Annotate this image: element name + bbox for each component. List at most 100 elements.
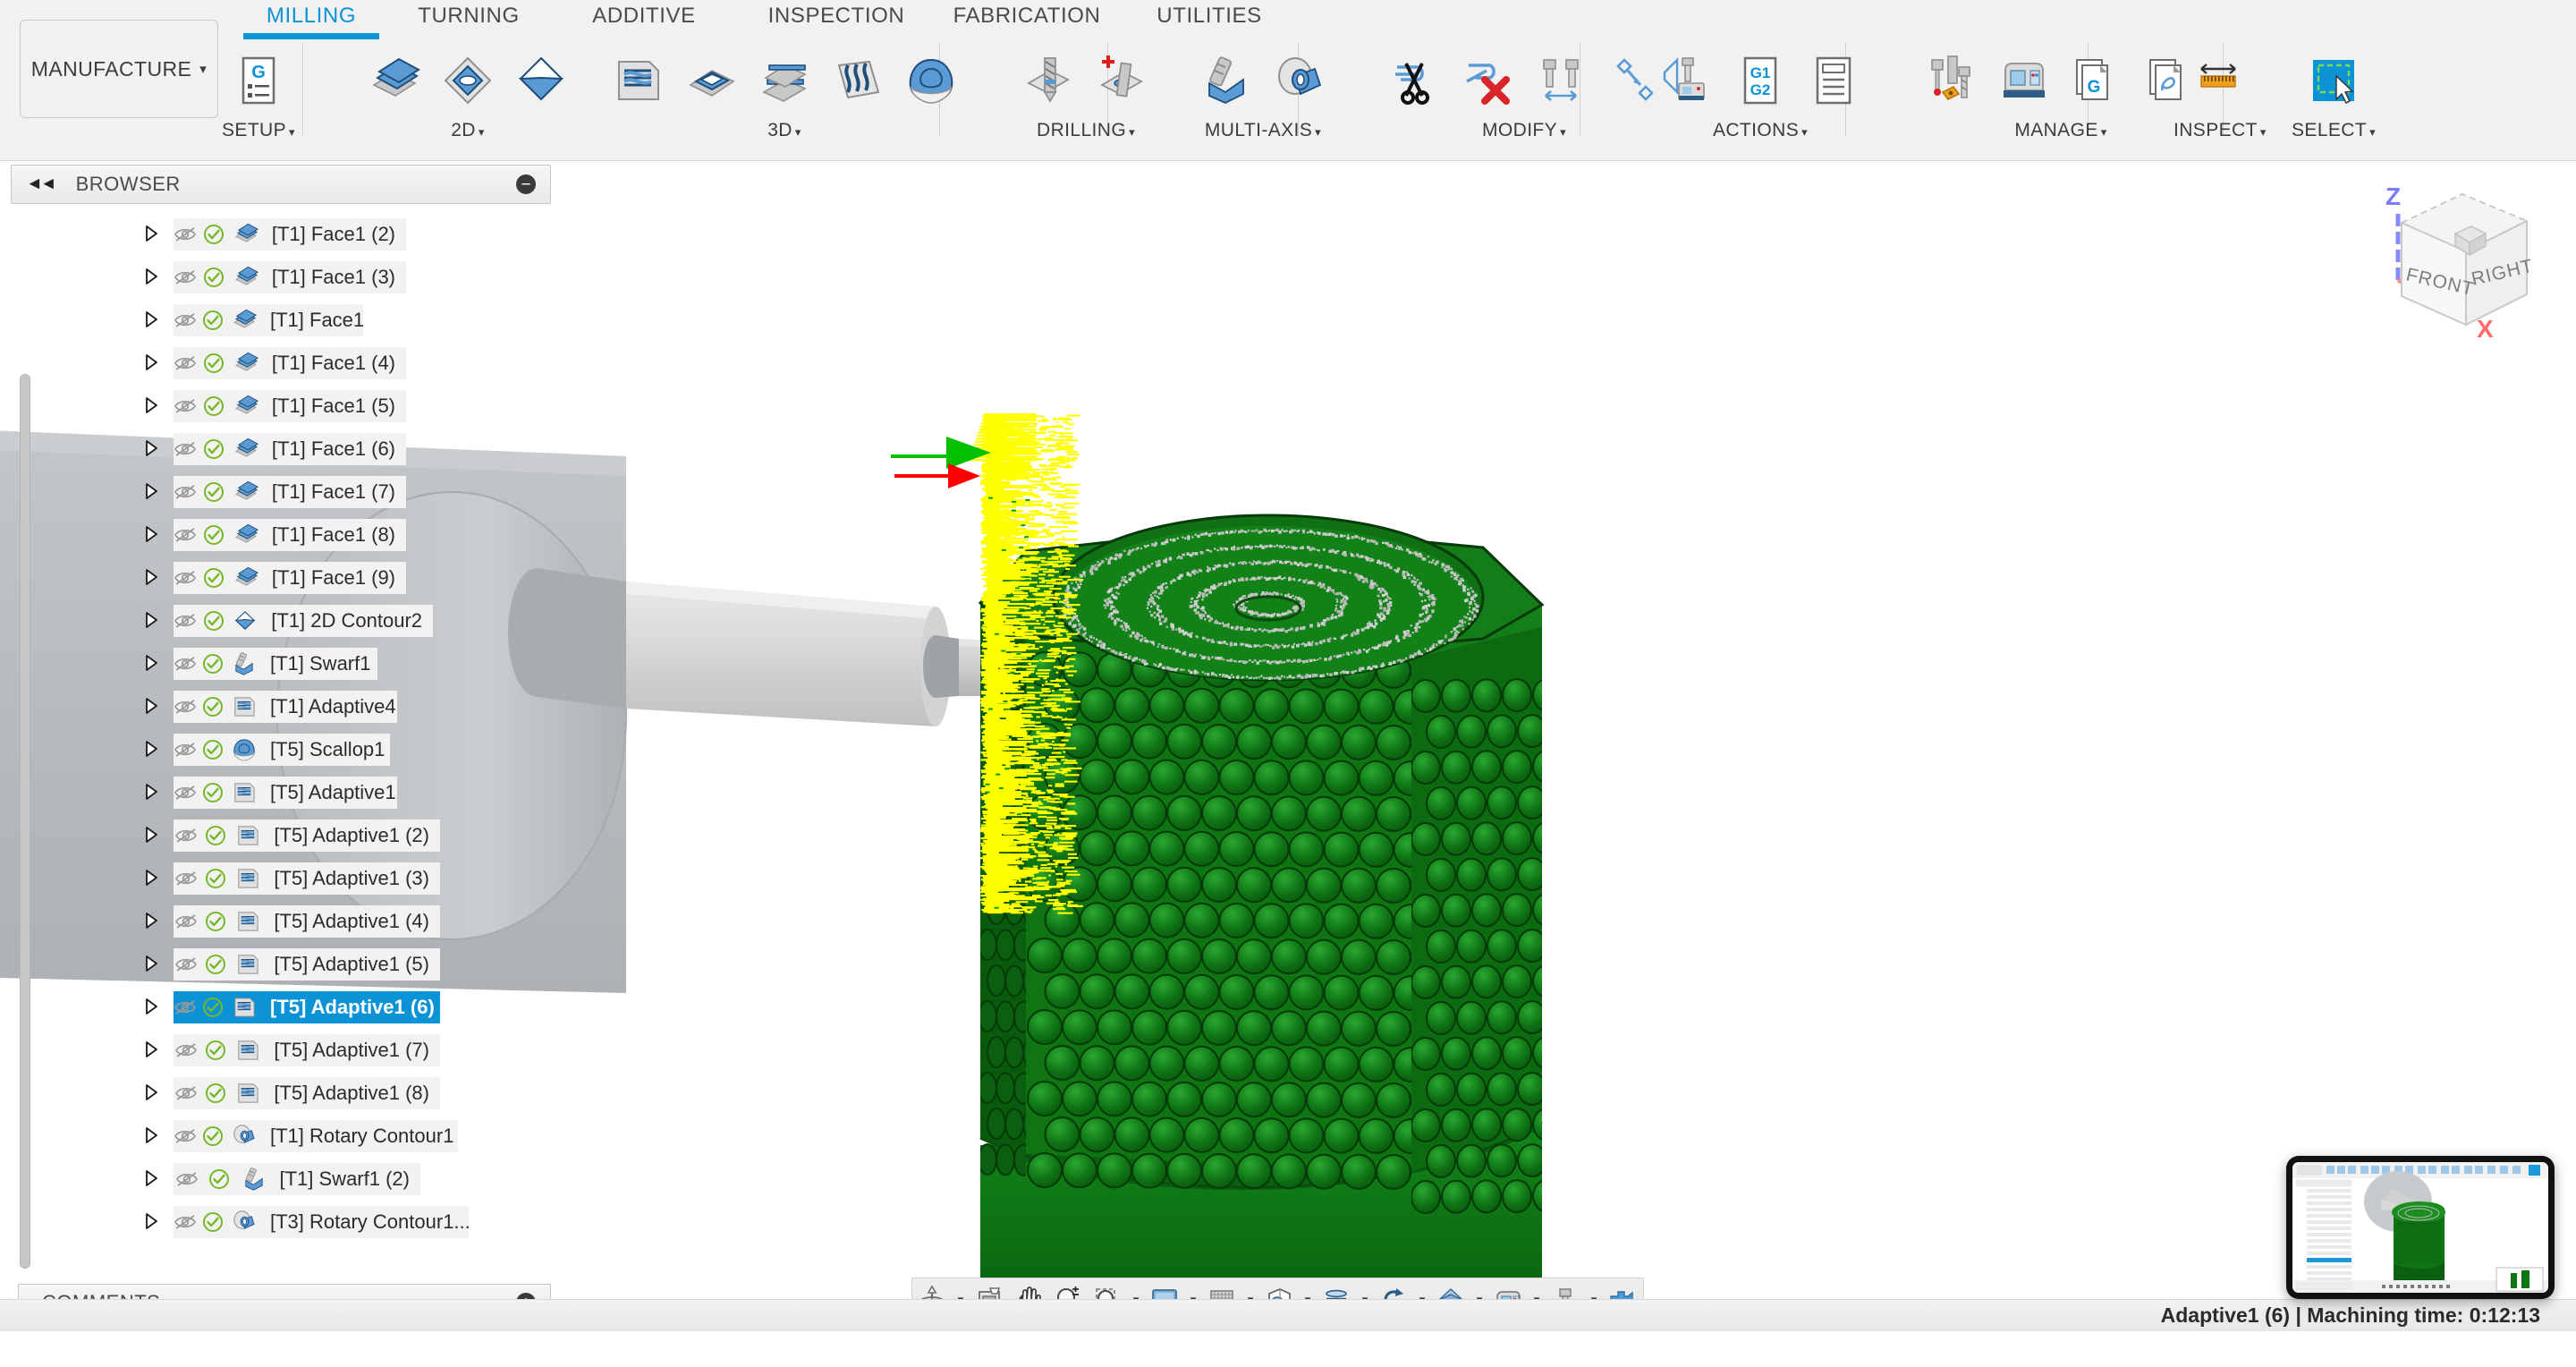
- face-icon[interactable]: [358, 43, 431, 118]
- tree-item-chip[interactable]: [T1] Face1 (4): [174, 347, 406, 379]
- toolpath-tree[interactable]: [T1] Face1 (2) [T1] Face1 (3) [T1] Face1 [T…: [7, 213, 555, 1244]
- tool-library-icon[interactable]: [1914, 43, 1987, 118]
- eye-hidden-icon[interactable]: [174, 569, 197, 587]
- eye-hidden-icon[interactable]: [174, 1127, 197, 1145]
- expand-arrow-icon[interactable]: [143, 225, 163, 244]
- tree-item[interactable]: [T1] Face1 (8): [7, 514, 555, 556]
- ribbon-tab-turning[interactable]: TURNING: [401, 4, 537, 29]
- ribbon-panel-label-inspect[interactable]: INSPECT ▾: [2174, 120, 2267, 141]
- tree-item[interactable]: [T1] Swarf1: [7, 642, 555, 685]
- eye-hidden-icon[interactable]: [174, 1041, 198, 1059]
- expand-arrow-icon[interactable]: [143, 439, 163, 459]
- check-valid-icon[interactable]: [202, 782, 224, 803]
- ribbon-panel-label-multi-axis[interactable]: MULTI-AXIS ▾: [1205, 120, 1321, 141]
- tree-item[interactable]: [T5] Adaptive1 (8): [7, 1072, 555, 1115]
- thumbnail-preview[interactable]: [2286, 1156, 2555, 1299]
- expand-arrow-icon[interactable]: [143, 955, 163, 974]
- setup-g-icon[interactable]: G: [222, 43, 295, 118]
- tree-item-chip[interactable]: [T1] Face1 (6): [174, 433, 406, 465]
- check-valid-icon[interactable]: [203, 1083, 227, 1104]
- expand-arrow-icon[interactable]: [143, 697, 163, 717]
- tree-item[interactable]: [T5] Adaptive1 (2): [7, 814, 555, 857]
- check-valid-icon[interactable]: [202, 739, 224, 760]
- eye-hidden-icon[interactable]: [174, 1213, 197, 1231]
- ribbon-tab-utilities[interactable]: UTILITIES: [1138, 4, 1281, 29]
- check-valid-icon[interactable]: [202, 653, 224, 675]
- tree-item[interactable]: [T1] Face1 (4): [7, 342, 555, 385]
- eye-hidden-icon[interactable]: [174, 955, 198, 973]
- ribbon-panel-label-2d[interactable]: 2D ▾: [451, 120, 485, 141]
- eye-hidden-icon[interactable]: [174, 870, 198, 887]
- tree-item[interactable]: [T1] Face1 (3): [7, 256, 555, 299]
- check-valid-icon[interactable]: [202, 567, 225, 589]
- check-valid-icon[interactable]: [202, 481, 225, 503]
- tree-item[interactable]: [T5] Adaptive1 (7): [7, 1029, 555, 1072]
- expand-arrow-icon[interactable]: [143, 482, 163, 502]
- tree-item-chip[interactable]: [T3] Rotary Contour1...: [174, 1206, 470, 1238]
- ribbon-tab-milling[interactable]: MILLING: [243, 4, 379, 39]
- check-valid-icon[interactable]: [203, 911, 227, 932]
- tree-item[interactable]: [T1] Rotary Contour1: [7, 1115, 555, 1158]
- tree-item-chip[interactable]: [T5] Adaptive1: [174, 777, 397, 809]
- tree-item-chip[interactable]: [T5] Adaptive1 (8): [174, 1077, 440, 1109]
- horizontal-3d-icon[interactable]: [748, 43, 821, 118]
- ribbon-panel-label-select[interactable]: SELECT ▾: [2292, 120, 2376, 141]
- swarf-icon[interactable]: [1190, 43, 1263, 118]
- tool-change-icon[interactable]: [1524, 43, 1597, 118]
- tree-item[interactable]: [T1] Swarf1 (2): [7, 1158, 555, 1201]
- tree-item-chip[interactable]: [T5] Adaptive1 (7): [174, 1034, 440, 1066]
- tree-item[interactable]: [T5] Adaptive1 (4): [7, 900, 555, 943]
- drill-plus-icon[interactable]: [1086, 43, 1159, 118]
- check-valid-icon[interactable]: [206, 1168, 233, 1190]
- machine-library-icon[interactable]: [1987, 43, 2061, 118]
- adaptive-3d-icon[interactable]: [601, 43, 674, 118]
- expand-arrow-icon[interactable]: [143, 310, 163, 330]
- tree-item[interactable]: [T1] Face1 (5): [7, 385, 555, 428]
- tree-item-chip[interactable]: [T5] Adaptive1 (2): [174, 819, 440, 852]
- ribbon-panel-label-3d[interactable]: 3D ▾: [767, 120, 801, 141]
- expand-arrow-icon[interactable]: [143, 912, 163, 931]
- tree-item[interactable]: [T5] Scallop1: [7, 728, 555, 771]
- expand-arrow-icon[interactable]: [143, 826, 163, 845]
- ribbon-tab-additive[interactable]: ADDITIVE: [572, 4, 716, 29]
- drill-icon[interactable]: [1013, 43, 1086, 118]
- tree-item-chip[interactable]: [T1] Face1 (3): [174, 261, 406, 293]
- tree-item[interactable]: [T1] Face1 (7): [7, 471, 555, 514]
- tree-item[interactable]: [T5] Adaptive1 (6): [7, 986, 555, 1029]
- eye-hidden-icon[interactable]: [174, 913, 198, 930]
- check-valid-icon[interactable]: [202, 438, 225, 460]
- check-valid-icon[interactable]: [202, 610, 225, 632]
- check-valid-icon[interactable]: [203, 825, 227, 846]
- browser-header[interactable]: ◄◄ BROWSER −: [11, 165, 551, 204]
- tree-item-chip[interactable]: [T1] Swarf1: [174, 648, 377, 680]
- ribbon-tab-inspection[interactable]: INSPECTION: [751, 4, 921, 29]
- view-cube[interactable]: Z X FRONT RIGHT: [2366, 174, 2563, 362]
- pocket-3d-icon[interactable]: [674, 43, 748, 118]
- check-valid-icon[interactable]: [203, 1040, 227, 1061]
- ribbon-panel-label-modify[interactable]: MODIFY ▾: [1482, 120, 1566, 141]
- tree-item-chip[interactable]: [T5] Scallop1: [174, 734, 390, 766]
- post-library-icon[interactable]: G: [2061, 43, 2134, 118]
- tree-item[interactable]: [T5] Adaptive1 (5): [7, 943, 555, 986]
- g1g2-post-icon[interactable]: G1 G2: [1724, 43, 1797, 118]
- expand-arrow-icon[interactable]: [143, 1083, 163, 1103]
- tree-item[interactable]: [T1] Face1 (2): [7, 213, 555, 256]
- tree-item[interactable]: [T1] Face1: [7, 299, 555, 342]
- delete-toolpath-icon[interactable]: [1451, 43, 1524, 118]
- eye-hidden-icon[interactable]: [174, 1170, 200, 1188]
- simulate-icon[interactable]: [1650, 43, 1724, 118]
- expand-arrow-icon[interactable]: [143, 1212, 163, 1232]
- measure-ruler-icon[interactable]: [2183, 43, 2257, 118]
- tree-item-chip[interactable]: [T1] Swarf1 (2): [174, 1163, 420, 1195]
- eye-hidden-icon[interactable]: [174, 311, 197, 329]
- expand-arrow-icon[interactable]: [143, 568, 163, 588]
- expand-arrow-icon[interactable]: [143, 525, 163, 545]
- expand-arrow-icon[interactable]: [143, 740, 163, 760]
- expand-arrow-icon[interactable]: [143, 1040, 163, 1060]
- tree-item-chip[interactable]: [T1] Rotary Contour1: [174, 1120, 458, 1152]
- eye-hidden-icon[interactable]: [174, 268, 197, 286]
- check-valid-icon[interactable]: [202, 395, 225, 417]
- check-valid-icon[interactable]: [202, 310, 224, 331]
- check-valid-icon[interactable]: [202, 1125, 224, 1147]
- tree-item-chip[interactable]: [T1] Face1 (9): [174, 562, 406, 594]
